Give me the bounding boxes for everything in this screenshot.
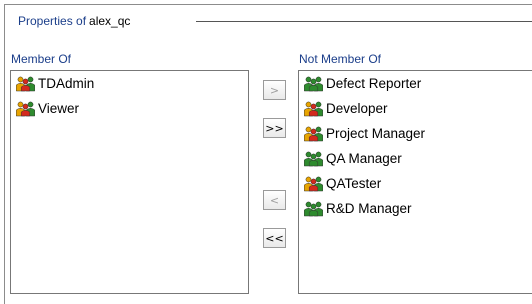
groupbox-title: Properties of alex_qc <box>18 12 135 30</box>
list-item-label: Defect Reporter <box>326 76 422 91</box>
list-item[interactable]: TDAdmin <box>11 71 248 96</box>
list-item[interactable]: QATester <box>299 171 532 196</box>
list-item[interactable]: Viewer <box>11 96 248 121</box>
admin-group-icon <box>16 76 35 91</box>
not-member-of-label: Not Member Of <box>299 52 382 66</box>
move-all-left-button[interactable]: << <box>263 228 286 248</box>
list-item[interactable]: R&D Manager <box>299 196 532 221</box>
user-group-icon <box>304 76 323 91</box>
list-item-label: Developer <box>326 101 388 116</box>
list-item[interactable]: Developer <box>299 96 532 121</box>
list-item-label: QATester <box>326 176 382 191</box>
admin-group-icon <box>304 126 323 141</box>
move-one-left-button[interactable]: < <box>263 190 286 210</box>
move-all-right-button[interactable]: >> <box>263 118 286 138</box>
groupbox-title-prefix: Properties of <box>18 14 87 28</box>
not-member-of-listbox[interactable]: Defect Reporter Developer Project Manager Q… <box>298 70 532 294</box>
list-item[interactable]: Defect Reporter <box>299 71 532 96</box>
user-group-icon <box>304 151 323 166</box>
admin-group-icon <box>304 176 323 191</box>
member-of-listbox[interactable]: TDAdmin Viewer <box>10 70 249 294</box>
list-item-label: R&D Manager <box>326 201 412 216</box>
user-group-icon <box>304 201 323 216</box>
move-one-right-button[interactable]: > <box>263 80 286 100</box>
list-item-label: Project Manager <box>326 126 426 141</box>
groupbox-title-rule <box>196 21 532 22</box>
member-of-label: Member Of <box>11 52 72 66</box>
list-item[interactable]: Project Manager <box>299 121 532 146</box>
groupbox-title-user: alex_qc <box>89 14 131 28</box>
list-item[interactable]: QA Manager <box>299 146 532 171</box>
list-item-label: TDAdmin <box>38 76 95 91</box>
list-item-label: QA Manager <box>326 151 402 166</box>
admin-group-icon <box>304 101 323 116</box>
list-item-label: Viewer <box>38 101 80 116</box>
admin-group-icon <box>16 101 35 116</box>
